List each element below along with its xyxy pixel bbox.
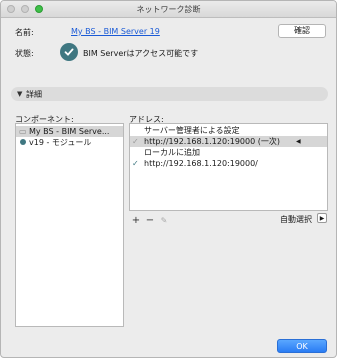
status-label: 状態: xyxy=(15,49,34,58)
component-item-module[interactable]: v19 - モジュール xyxy=(16,137,123,148)
address-row-primary[interactable]: ✓ http://192.168.1.120:19000 (一次) ◀ xyxy=(130,136,327,147)
window-title: ネットワーク診断 xyxy=(136,5,201,14)
confirm-button[interactable]: 確認 xyxy=(278,24,326,38)
component-item-server[interactable]: ▭ My BS - BIM Serve... xyxy=(16,126,123,137)
addresses-list[interactable]: サーバー管理者による設定 ✓ http://192.168.1.120:1900… xyxy=(129,123,328,211)
remove-address-button[interactable]: − xyxy=(144,215,156,227)
status-text: BIM Serverはアクセス可能です xyxy=(83,49,199,58)
components-list[interactable]: ▭ My BS - BIM Serve... v19 - モジュール xyxy=(15,123,124,327)
auto-select-arrow-icon[interactable]: ▶ xyxy=(317,213,327,223)
check-icon: ✓ xyxy=(132,159,139,168)
status-dot-icon xyxy=(20,139,26,145)
arrow-left-icon[interactable]: ◀ xyxy=(296,136,301,147)
address-row-local[interactable]: ✓ http://192.168.1.120:19000/ xyxy=(130,158,327,169)
address-group-local: ローカルに追加 xyxy=(144,148,200,157)
name-label: 名前: xyxy=(15,28,34,37)
address-group-admin: サーバー管理者による設定 xyxy=(144,126,240,135)
title-bar: ネットワーク診断 xyxy=(1,1,336,18)
check-icon: ✓ xyxy=(132,137,139,146)
details-label: 詳細 xyxy=(26,90,42,99)
add-address-button[interactable]: + xyxy=(130,215,142,227)
server-icon: ▭ xyxy=(19,127,27,136)
details-disclosure[interactable]: ▼ 詳細 xyxy=(11,87,328,101)
disclosure-triangle-icon: ▼ xyxy=(17,90,23,98)
network-diagnostics-window: ネットワーク診断 名前: My BS - BIM Server 19 確認 状態… xyxy=(0,0,337,358)
auto-select-label: 自動選択 xyxy=(280,215,312,224)
status-ok-icon xyxy=(60,43,78,61)
edit-address-icon[interactable]: ✎ xyxy=(158,215,170,227)
server-name-link[interactable]: My BS - BIM Server 19 xyxy=(71,27,160,36)
ok-button[interactable]: OK xyxy=(277,339,327,353)
